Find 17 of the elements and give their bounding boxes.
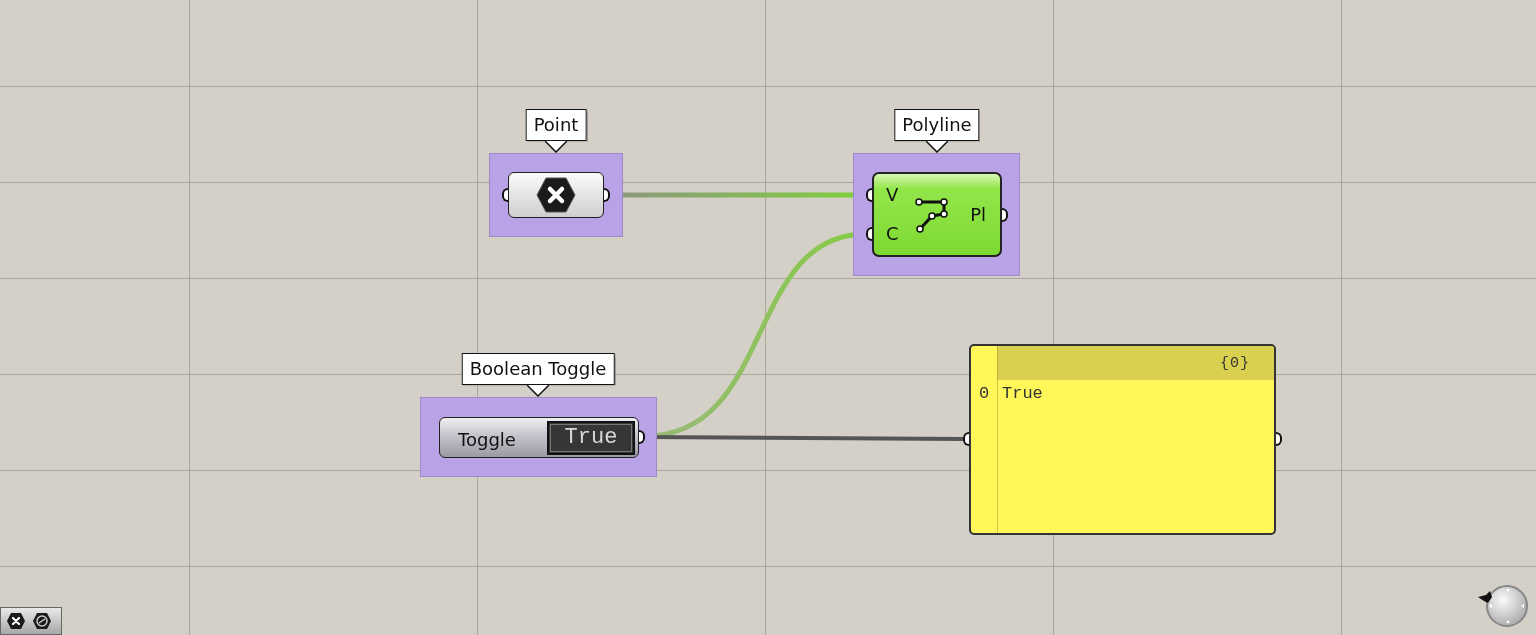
tag-pointer-icon — [926, 141, 948, 153]
path-label: {0} — [1220, 354, 1250, 372]
point-parameter[interactable] — [508, 172, 604, 218]
input-label: C — [886, 224, 899, 244]
error-hexagon-icon — [536, 177, 576, 213]
toggle-label: Toggle — [458, 428, 517, 450]
tag-pointer-icon — [527, 385, 549, 397]
tag-pointer-icon — [545, 141, 567, 153]
toggle-value[interactable]: True — [547, 420, 635, 455]
error-hexagon-icon[interactable] — [6, 612, 26, 630]
output-label: Pl — [970, 204, 986, 225]
boolean-toggle[interactable]: Toggle True — [439, 417, 639, 458]
panel[interactable]: {0} 0 True — [969, 344, 1276, 535]
input-label: V — [886, 185, 899, 205]
row-value: True — [1001, 384, 1043, 403]
polyline-component[interactable]: V C Pl — [872, 172, 1002, 257]
row-index: 0 — [977, 384, 991, 403]
